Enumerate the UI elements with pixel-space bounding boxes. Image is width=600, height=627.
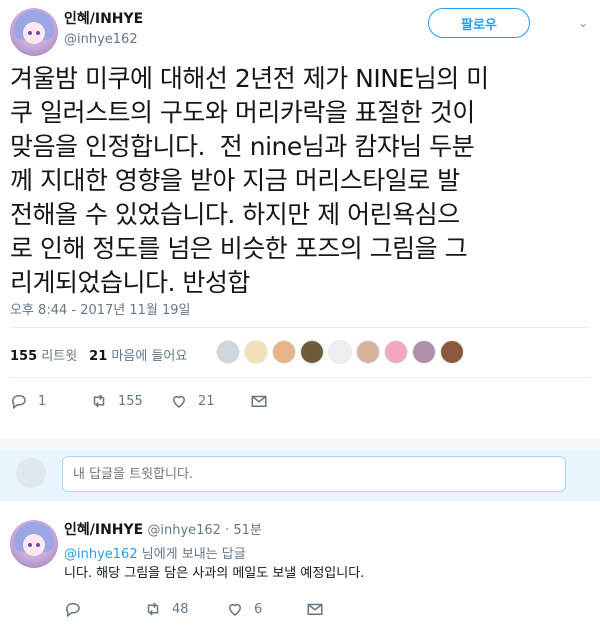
liker-avatar[interactable] — [440, 340, 464, 364]
reply-icon — [66, 603, 80, 618]
reply-action[interactable]: 1 — [10, 392, 46, 410]
follow-button[interactable]: 팔로우 — [428, 8, 530, 38]
main-tweet: 인혜/INHYE @inhye162 팔로우 ⌄ 겨울밤 미쿠에 대해선 2년전… — [0, 0, 600, 439]
reply-count: 1 — [38, 393, 47, 409]
heart-icon — [172, 395, 186, 408]
dm-action[interactable] — [250, 392, 268, 410]
retweet-action[interactable]: 48 — [144, 600, 189, 618]
liker-avatars — [216, 340, 464, 364]
reply-input[interactable] — [62, 456, 566, 492]
envelope-icon — [307, 603, 323, 615]
dm-action[interactable] — [306, 600, 324, 618]
liker-avatar[interactable] — [356, 340, 380, 364]
separator — [0, 439, 600, 449]
tweet-text: 겨울밤 미쿠에 대해선 2년전 제가 NINE님의 미 쿠 일러스트의 구도와 … — [10, 64, 489, 297]
heart-icon — [228, 603, 242, 616]
envelope-icon — [251, 395, 267, 407]
retweet-icon — [147, 602, 159, 616]
reply-time[interactable]: · 51분 — [225, 523, 262, 538]
replying-to-label: 님에게 보내는 답글 — [137, 547, 246, 562]
divider — [10, 377, 590, 378]
like-action[interactable]: 6 — [226, 600, 262, 618]
reply-action[interactable] — [64, 600, 92, 618]
like-stat[interactable]: 21 마음에 들어요 — [89, 345, 187, 364]
liker-avatar[interactable] — [272, 340, 296, 364]
mention-link[interactable]: @inhye162 — [64, 547, 138, 562]
chevron-down-icon[interactable]: ⌄ — [576, 16, 590, 30]
liker-avatar[interactable] — [216, 340, 240, 364]
like-action[interactable]: 21 — [170, 392, 215, 410]
liker-avatar[interactable] — [300, 340, 324, 364]
retweet-stat[interactable]: 155 리트윗 — [10, 345, 77, 364]
avatar[interactable] — [10, 520, 58, 568]
timestamp[interactable]: 오후 8:44 - 2017년 11월 19일 — [10, 299, 191, 318]
retweet-action[interactable]: 155 — [90, 392, 143, 410]
reply-icon — [12, 395, 26, 410]
retweet-count: 48 — [172, 601, 189, 617]
retweet-count: 155 — [118, 393, 143, 409]
author-info: 인혜/INHYE @inhye162 — [64, 8, 143, 47]
avatar[interactable] — [10, 8, 58, 56]
like-count: 21 — [198, 393, 215, 409]
retweet-icon — [93, 394, 105, 408]
replying-to: @inhye162 님에게 보내는 답글 — [64, 543, 246, 562]
handle[interactable]: @inhye162 — [147, 523, 221, 538]
liker-avatar[interactable] — [412, 340, 436, 364]
liker-avatar[interactable] — [384, 340, 408, 364]
display-name[interactable]: 인혜/INHYE — [64, 522, 143, 538]
divider — [10, 327, 590, 328]
like-count: 6 — [254, 601, 263, 617]
display-name[interactable]: 인혜/INHYE — [64, 8, 143, 28]
reply-header: 인혜/INHYE @inhye162 · 51분 — [64, 519, 262, 539]
engagement-stats: 155 리트윗 21 마음에 들어요 — [10, 345, 187, 364]
liker-avatar[interactable] — [244, 340, 268, 364]
user-avatar — [16, 458, 46, 488]
handle[interactable]: @inhye162 — [64, 32, 143, 47]
reply-text: 니다. 해당 그림을 담은 사과의 메일도 보낼 예정입니다. — [64, 566, 365, 581]
liker-avatar[interactable] — [328, 340, 352, 364]
